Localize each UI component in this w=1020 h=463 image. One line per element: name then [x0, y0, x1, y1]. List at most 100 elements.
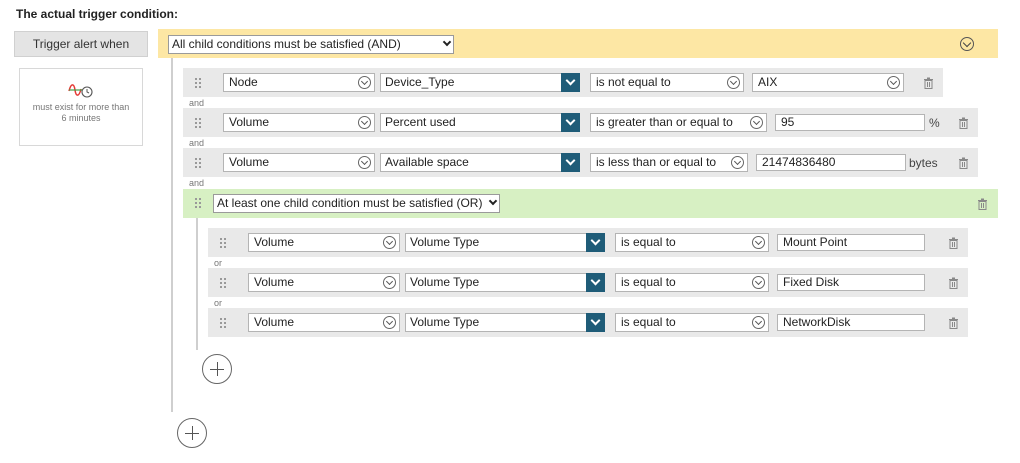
drag-handle-icon[interactable] [195, 78, 203, 88]
condition-row: Volume Available space is less than or e… [183, 148, 978, 177]
trend-time-icon [68, 84, 93, 98]
chevron-down-icon [586, 233, 605, 252]
field-select[interactable]: Volume Type [405, 233, 605, 252]
operator-select[interactable]: is equal to [615, 313, 769, 332]
chevron-down-icon [383, 276, 396, 289]
field-value: Volume Type [410, 235, 480, 249]
conjunction-label: and [189, 138, 205, 148]
object-value: Volume [254, 275, 295, 289]
drag-handle-icon[interactable] [220, 238, 228, 248]
drag-handle-icon[interactable] [220, 318, 228, 328]
or-group-bar: At least one child condition must be sat… [183, 189, 998, 218]
chevron-down-icon [383, 236, 396, 249]
drag-handle-icon[interactable] [220, 278, 228, 288]
field-value: Available space [385, 155, 469, 169]
chevron-down-icon [383, 316, 396, 329]
operator-value: is equal to [621, 275, 676, 289]
chevron-down-icon [752, 316, 765, 329]
object-value: Volume [229, 155, 270, 169]
value-input[interactable]: NetworkDisk [777, 314, 925, 331]
chevron-down-icon [561, 73, 580, 92]
operator-select[interactable]: is not equal to [590, 73, 744, 92]
time-condition-text: must exist for more than 6 minutes [32, 102, 130, 123]
operator-value: is greater than or equal to [596, 115, 733, 129]
trigger-alert-label: Trigger alert when [14, 31, 148, 57]
trash-icon[interactable] [948, 317, 959, 329]
object-value: Volume [254, 235, 295, 249]
chevron-down-icon [752, 276, 765, 289]
condition-row: Volume Percent used is greater than or e… [183, 108, 978, 137]
value-input[interactable]: Fixed Disk [777, 274, 925, 291]
object-value: Volume [229, 115, 270, 129]
object-select[interactable]: Node [223, 73, 375, 92]
trash-icon[interactable] [948, 277, 959, 289]
chevron-down-icon [752, 236, 765, 249]
value-input[interactable]: 21474836480 [756, 154, 906, 171]
conjunction-label: and [189, 178, 205, 188]
operator-select[interactable]: is less than or equal to [590, 153, 748, 172]
trash-icon[interactable] [948, 237, 959, 249]
field-select[interactable]: Device_Type [380, 73, 580, 92]
chevron-down-icon [887, 76, 900, 89]
operator-select[interactable]: is equal to [615, 273, 769, 292]
object-select[interactable]: Volume [223, 113, 375, 132]
chevron-down-icon [586, 313, 605, 332]
conjunction-label: and [189, 98, 205, 108]
condition-row: Node Device_Type is not equal to AIX [183, 68, 943, 97]
condition-row: Volume Volume Type is equal to Mount Poi… [208, 228, 968, 257]
or-mode-value: At least one child condition must be sat… [217, 196, 483, 210]
value-input[interactable]: Mount Point [777, 234, 925, 251]
chevron-down-icon [358, 76, 371, 89]
value-select[interactable]: AIX [752, 73, 904, 92]
tree-line [196, 218, 198, 350]
field-select[interactable]: Volume Type [405, 273, 605, 292]
unit-label: % [929, 116, 940, 130]
object-value: Node [229, 75, 258, 89]
operator-value: is less than or equal to [596, 155, 717, 169]
object-select[interactable]: Volume [248, 273, 400, 292]
value-input[interactable]: 95 [775, 114, 925, 131]
operator-select[interactable]: is equal to [615, 233, 769, 252]
value-text: AIX [758, 75, 778, 89]
add-condition-button[interactable] [177, 418, 207, 448]
trash-icon[interactable] [923, 77, 934, 89]
or-mode-select[interactable]: At least one child condition must be sat… [213, 194, 500, 213]
field-value: Percent used [385, 115, 456, 129]
field-select[interactable]: Volume Type [405, 313, 605, 332]
tree-line [171, 58, 173, 412]
drag-handle-icon[interactable] [195, 198, 203, 208]
field-select[interactable]: Percent used [380, 113, 580, 132]
drag-handle-icon[interactable] [195, 118, 203, 128]
field-select[interactable]: Available space [380, 153, 580, 172]
object-select[interactable]: Volume [248, 233, 400, 252]
condition-row: Volume Volume Type is equal to Fixed Dis… [208, 268, 968, 297]
chevron-down-icon [586, 273, 605, 292]
field-value: Device_Type [385, 75, 455, 89]
add-condition-button[interactable] [202, 354, 232, 384]
and-group-bar: All child conditions must be satisfied (… [158, 29, 998, 58]
chevron-down-icon [561, 153, 580, 172]
collapse-chevron-icon[interactable] [960, 37, 974, 51]
field-value: Volume Type [410, 275, 480, 289]
trash-icon[interactable] [958, 117, 969, 129]
operator-value: is equal to [621, 315, 676, 329]
operator-select[interactable]: is greater than or equal to [590, 113, 767, 132]
chevron-down-icon [358, 156, 371, 169]
condition-row: Volume Volume Type is equal to NetworkDi… [208, 308, 968, 337]
object-select[interactable]: Volume [223, 153, 375, 172]
time-condition-card[interactable]: must exist for more than 6 minutes [19, 68, 143, 146]
object-select[interactable]: Volume [248, 313, 400, 332]
drag-handle-icon[interactable] [195, 158, 203, 168]
conjunction-label: or [214, 258, 223, 268]
and-mode-value: All child conditions must be satisfied (… [172, 37, 401, 51]
field-value: Volume Type [410, 315, 480, 329]
trash-icon[interactable] [958, 157, 969, 169]
chevron-down-icon [727, 76, 740, 89]
operator-value: is not equal to [596, 75, 671, 89]
chevron-down-icon [488, 196, 498, 206]
and-mode-select[interactable]: All child conditions must be satisfied (… [168, 35, 454, 54]
section-title: The actual trigger condition: [16, 7, 179, 21]
trash-icon[interactable] [977, 198, 988, 210]
chevron-down-icon [358, 116, 371, 129]
object-value: Volume [254, 315, 295, 329]
